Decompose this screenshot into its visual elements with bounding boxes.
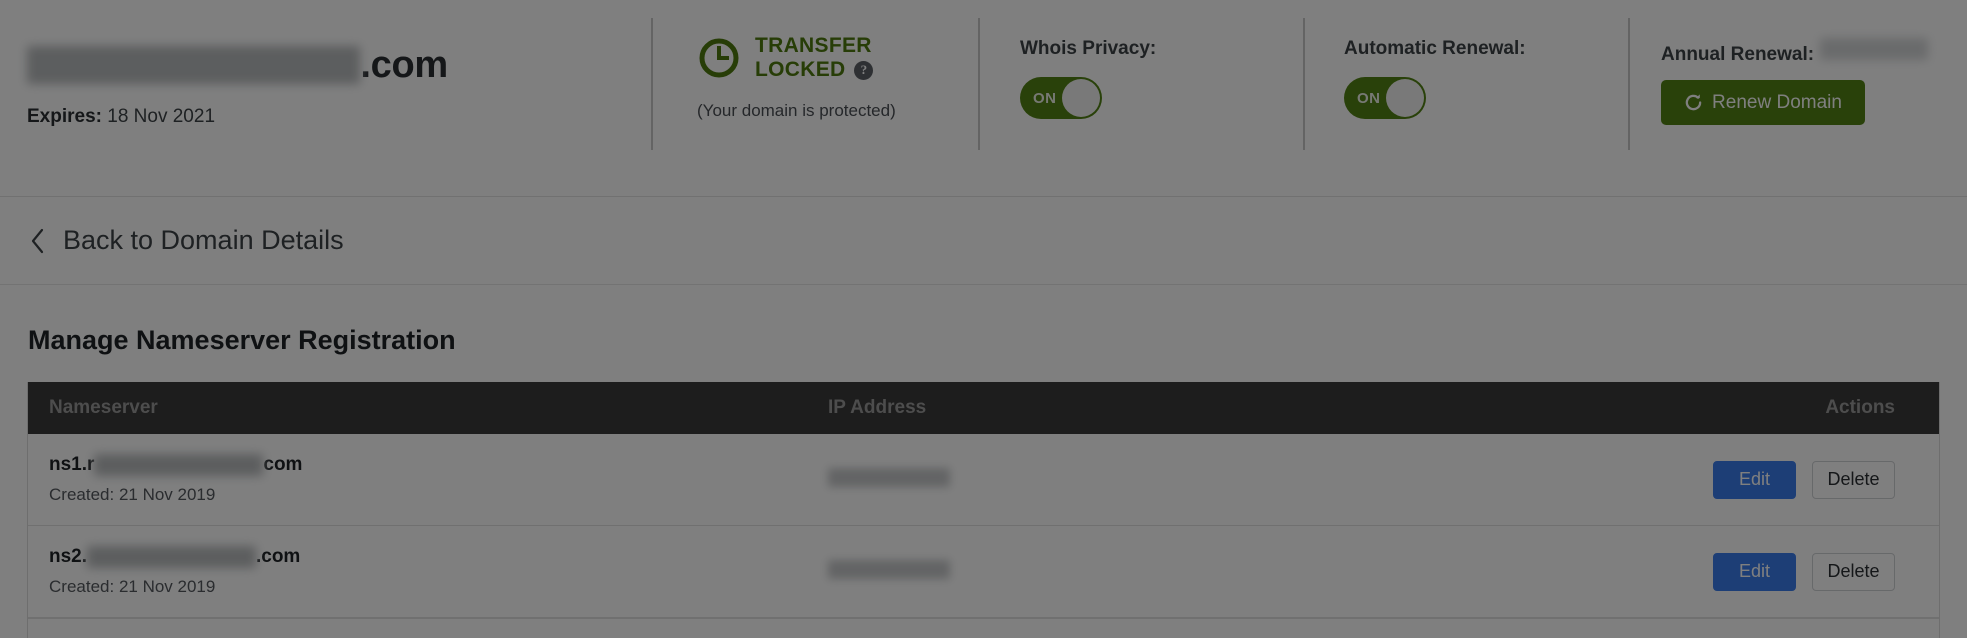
- nameserver-suffix: .com: [255, 546, 301, 567]
- expires-value: 18 Nov 2021: [107, 106, 216, 127]
- edit-button[interactable]: Edit: [1713, 460, 1796, 499]
- cell-actions: Edit Delete: [1623, 460, 1920, 499]
- annual-renewal-label: Annual Renewal:: [1661, 44, 1815, 65]
- automatic-renewal-toggle-knob: [1386, 79, 1424, 117]
- nameserver-value: ns1.rmakebrandfamouscom: [49, 454, 828, 476]
- nameserver-redacted: makebrandfamous: [94, 454, 264, 476]
- column-header-nameserver: Nameserver: [49, 397, 158, 418]
- cell-ip-address: [828, 559, 1623, 584]
- transfer-lock-line2: LOCKED: [755, 58, 846, 82]
- transfer-lock-cell: TRANSFER LOCKED ? (Your domain is protec…: [651, 0, 978, 160]
- whois-privacy-cell: Whois Privacy: ON: [978, 0, 1303, 160]
- expires-label: Expires:: [27, 106, 102, 127]
- ip-address-redacted: [828, 559, 950, 579]
- page-root: makebrandfamous.com Expires: 18 Nov 2021…: [0, 0, 1967, 638]
- page-title: Manage Nameserver Registration: [28, 325, 456, 355]
- nameserver-table: Nameserver IP Address Actions ns1.rmakeb…: [27, 382, 1940, 638]
- renew-domain-label: Renew Domain: [1712, 91, 1842, 113]
- transfer-lock-status: TRANSFER LOCKED ?: [697, 34, 978, 82]
- created-value: 21 Nov 2019: [118, 485, 216, 504]
- transfer-lock-line2-wrap: LOCKED ?: [755, 58, 874, 82]
- cell-actions: Edit Delete: [1623, 552, 1920, 591]
- annual-renewal-row: Annual Renewal:: [1661, 38, 1967, 66]
- column-header-ip-address: IP Address: [828, 397, 927, 418]
- nameserver-prefix: ns2.: [49, 546, 88, 567]
- nameserver-value: ns2.makebrandfamous.com: [49, 546, 828, 568]
- main-content: Manage Nameserver Registration Nameserve…: [0, 325, 1967, 638]
- automatic-renewal-toggle[interactable]: ON: [1344, 77, 1426, 119]
- nameserver-created: Created: 21 Nov 2019: [49, 577, 828, 597]
- column-header-actions: Actions: [1825, 397, 1895, 418]
- automatic-renewal-cell: Automatic Renewal: ON: [1303, 0, 1628, 160]
- back-link-label: Back to Domain Details: [63, 225, 344, 255]
- created-label: Created:: [49, 577, 115, 596]
- domain-expiry: Expires: 18 Nov 2021: [27, 106, 651, 128]
- ip-address-redacted: [828, 467, 950, 487]
- back-link-row: Back to Domain Details: [0, 197, 1967, 285]
- refresh-icon: [1684, 93, 1703, 112]
- table-row-partial: [28, 618, 1939, 638]
- transfer-lock-text: TRANSFER LOCKED ?: [755, 34, 874, 82]
- annual-renewal-cell: Annual Renewal: Renew Domain: [1628, 0, 1967, 160]
- transfer-lock-subtext: (Your domain is protected): [697, 101, 896, 121]
- help-circle-icon[interactable]: ?: [854, 60, 874, 80]
- delete-button[interactable]: Delete: [1812, 460, 1895, 499]
- nameserver-redacted: makebrandfamous: [87, 546, 256, 568]
- whois-privacy-toggle[interactable]: ON: [1020, 77, 1102, 119]
- nameserver-prefix: ns1.r: [49, 454, 95, 475]
- automatic-renewal-toggle-state: ON: [1357, 89, 1381, 107]
- cell-nameserver: ns1.rmakebrandfamouscom Created: 21 Nov …: [28, 454, 828, 505]
- chevron-left-icon: [30, 228, 45, 254]
- table-row: ns1.rmakebrandfamouscom Created: 21 Nov …: [28, 434, 1939, 526]
- created-value: 21 Nov 2019: [118, 577, 216, 596]
- created-label: Created:: [49, 485, 115, 504]
- domain-summary-bar: makebrandfamous.com Expires: 18 Nov 2021…: [0, 0, 1967, 197]
- transfer-lock-line1: TRANSFER: [755, 34, 872, 57]
- nameserver-table-header: Nameserver IP Address Actions: [28, 382, 1939, 434]
- table-row: ns2.makebrandfamous.com Created: 21 Nov …: [28, 526, 1939, 618]
- nameserver-suffix: com: [263, 454, 303, 475]
- cell-ip-address: [828, 467, 1623, 492]
- cell-nameserver: ns2.makebrandfamous.com Created: 21 Nov …: [28, 546, 828, 597]
- clock-icon: [697, 36, 741, 80]
- renew-domain-button[interactable]: Renew Domain: [1661, 80, 1865, 125]
- edit-button[interactable]: Edit: [1713, 552, 1796, 591]
- whois-privacy-toggle-knob: [1062, 79, 1100, 117]
- domain-name: makebrandfamous.com: [27, 46, 651, 84]
- whois-privacy-label: Whois Privacy:: [1020, 38, 1157, 59]
- delete-button[interactable]: Delete: [1812, 552, 1895, 591]
- domain-name-suffix: .com: [360, 44, 448, 86]
- domain-name-cell: makebrandfamous.com Expires: 18 Nov 2021: [0, 0, 651, 160]
- back-to-domain-details-link[interactable]: Back to Domain Details: [30, 225, 344, 256]
- automatic-renewal-label: Automatic Renewal:: [1344, 38, 1526, 59]
- annual-renewal-price-redacted: [1820, 38, 1929, 60]
- whois-privacy-toggle-state: ON: [1033, 89, 1057, 107]
- domain-name-redacted: makebrandfamous: [27, 46, 361, 84]
- nameserver-created: Created: 21 Nov 2019: [49, 485, 828, 505]
